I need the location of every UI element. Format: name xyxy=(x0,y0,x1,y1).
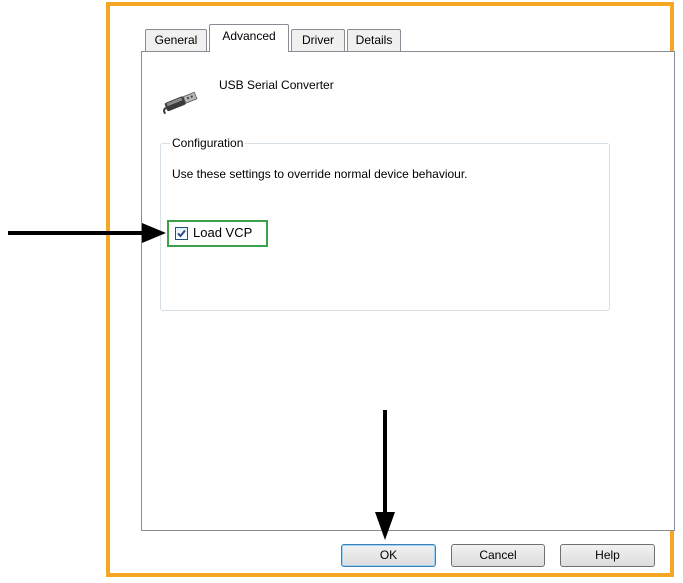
tab-driver[interactable]: Driver xyxy=(291,29,345,51)
load-vcp-label[interactable]: Load VCP xyxy=(193,225,252,240)
arrow-down-icon xyxy=(375,410,395,540)
tab-details[interactable]: Details xyxy=(347,29,401,51)
usb-plug-icon xyxy=(160,84,206,115)
ok-button[interactable]: OK xyxy=(341,544,436,567)
arrow-right-icon xyxy=(8,223,166,243)
cancel-button[interactable]: Cancel xyxy=(451,544,545,567)
load-vcp-checkbox[interactable] xyxy=(175,227,188,240)
help-button[interactable]: Help xyxy=(560,544,655,567)
device-name: USB Serial Converter xyxy=(219,78,334,92)
tab-general[interactable]: General xyxy=(145,29,207,51)
configuration-description: Use these settings to override normal de… xyxy=(172,167,468,181)
tab-advanced[interactable]: Advanced xyxy=(209,24,289,52)
configuration-title: Configuration xyxy=(170,136,246,150)
checkmark-icon xyxy=(177,229,186,238)
